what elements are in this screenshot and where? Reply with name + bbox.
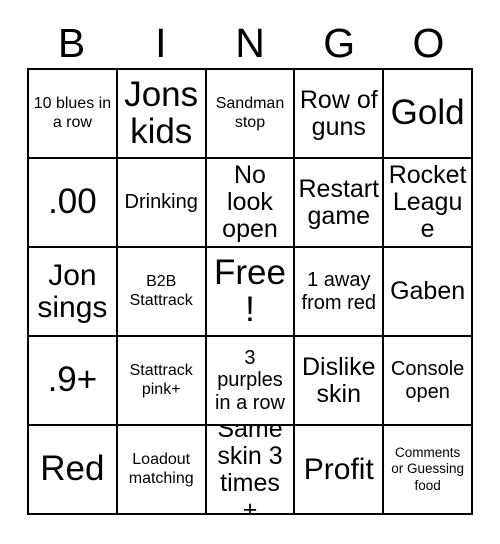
bingo-cell-label: Drinking: [124, 191, 198, 214]
bingo-header-letter-b: B: [57, 19, 86, 66]
bingo-cell-label: Free!: [214, 253, 286, 329]
bingo-cell-label: Red: [40, 449, 105, 489]
bingo-header-row: B I N G O: [27, 18, 473, 68]
bingo-cell-label: Dislike skin: [301, 352, 376, 408]
bingo-cell-label: Gold: [390, 93, 465, 133]
bingo-cell-label: Comments or Guessing food: [391, 445, 464, 493]
bingo-cell-label: Stattrack pink+: [129, 361, 193, 398]
bingo-cell-label: Same skin 3 times +: [217, 426, 283, 515]
bingo-cell-label: Console open: [390, 358, 465, 403]
bingo-cell-label: .00: [48, 182, 97, 222]
bingo-cell-label: Rocket League: [388, 161, 467, 243]
bingo-cell[interactable]: 3 purples in a row: [206, 337, 296, 426]
bingo-cell[interactable]: Drinking: [117, 159, 207, 248]
bingo-card: B I N G O 10 blues in a row Jons kids Sand…: [0, 0, 500, 544]
bingo-cell-label: Sandman stop: [215, 94, 285, 131]
bingo-cell[interactable]: Restart game: [295, 159, 385, 248]
bingo-cell[interactable]: Free!: [206, 248, 296, 337]
bingo-cell-label: Profit: [303, 452, 374, 486]
bingo-cell-label: Loadout matching: [128, 450, 194, 487]
bingo-cell-label: B2B Stattrack: [129, 272, 193, 309]
bingo-cell[interactable]: Red: [29, 426, 118, 515]
bingo-header-letter-i: I: [155, 19, 167, 66]
bingo-cell[interactable]: Dislike skin: [295, 337, 385, 426]
bingo-cell[interactable]: Same skin 3 times +: [206, 426, 296, 515]
bingo-cell[interactable]: Comments or Guessing food: [384, 426, 473, 515]
bingo-cell[interactable]: Profit: [295, 426, 385, 515]
bingo-cell-label: .9+: [47, 360, 98, 400]
bingo-cell-label: Restart game: [298, 174, 380, 230]
bingo-cell[interactable]: No look open: [206, 159, 296, 248]
bingo-cell[interactable]: Loadout matching: [117, 426, 207, 515]
bingo-cell[interactable]: 1 away from red: [295, 248, 385, 337]
bingo-cell-label: Jon sings: [37, 258, 108, 324]
bingo-grid: 10 blues in a row Jons kids Sandman stop Ro…: [27, 68, 473, 515]
bingo-cell-label: No look open: [222, 161, 278, 243]
bingo-cell-label: Gaben: [390, 277, 466, 305]
bingo-cell[interactable]: Row of guns: [295, 70, 385, 159]
bingo-cell-label: 1 away from red: [301, 269, 377, 314]
bingo-cell[interactable]: 10 blues in a row: [29, 70, 118, 159]
bingo-cell[interactable]: Gold: [384, 70, 473, 159]
bingo-cell[interactable]: B2B Stattrack: [117, 248, 207, 337]
bingo-cell[interactable]: Stattrack pink+: [117, 337, 207, 426]
bingo-header-letter-g: G: [323, 19, 356, 66]
bingo-cell[interactable]: Rocket League: [384, 159, 473, 248]
bingo-cell-label: 3 purples in a row: [214, 346, 285, 414]
bingo-cell[interactable]: Jon sings: [29, 248, 118, 337]
bingo-cell[interactable]: Gaben: [384, 248, 473, 337]
bingo-cell[interactable]: Console open: [384, 337, 473, 426]
bingo-cell[interactable]: Sandman stop: [206, 70, 296, 159]
bingo-cell[interactable]: .00: [29, 159, 118, 248]
bingo-cell[interactable]: .9+: [29, 337, 118, 426]
bingo-header-letter-n: N: [235, 19, 265, 66]
bingo-cell-label: Row of guns: [299, 85, 378, 141]
bingo-cell[interactable]: Jons kids: [117, 70, 207, 159]
bingo-cell-label: 10 blues in a row: [33, 94, 112, 131]
bingo-cell-label: Jons kids: [124, 75, 199, 151]
bingo-header-letter-o: O: [412, 19, 445, 66]
